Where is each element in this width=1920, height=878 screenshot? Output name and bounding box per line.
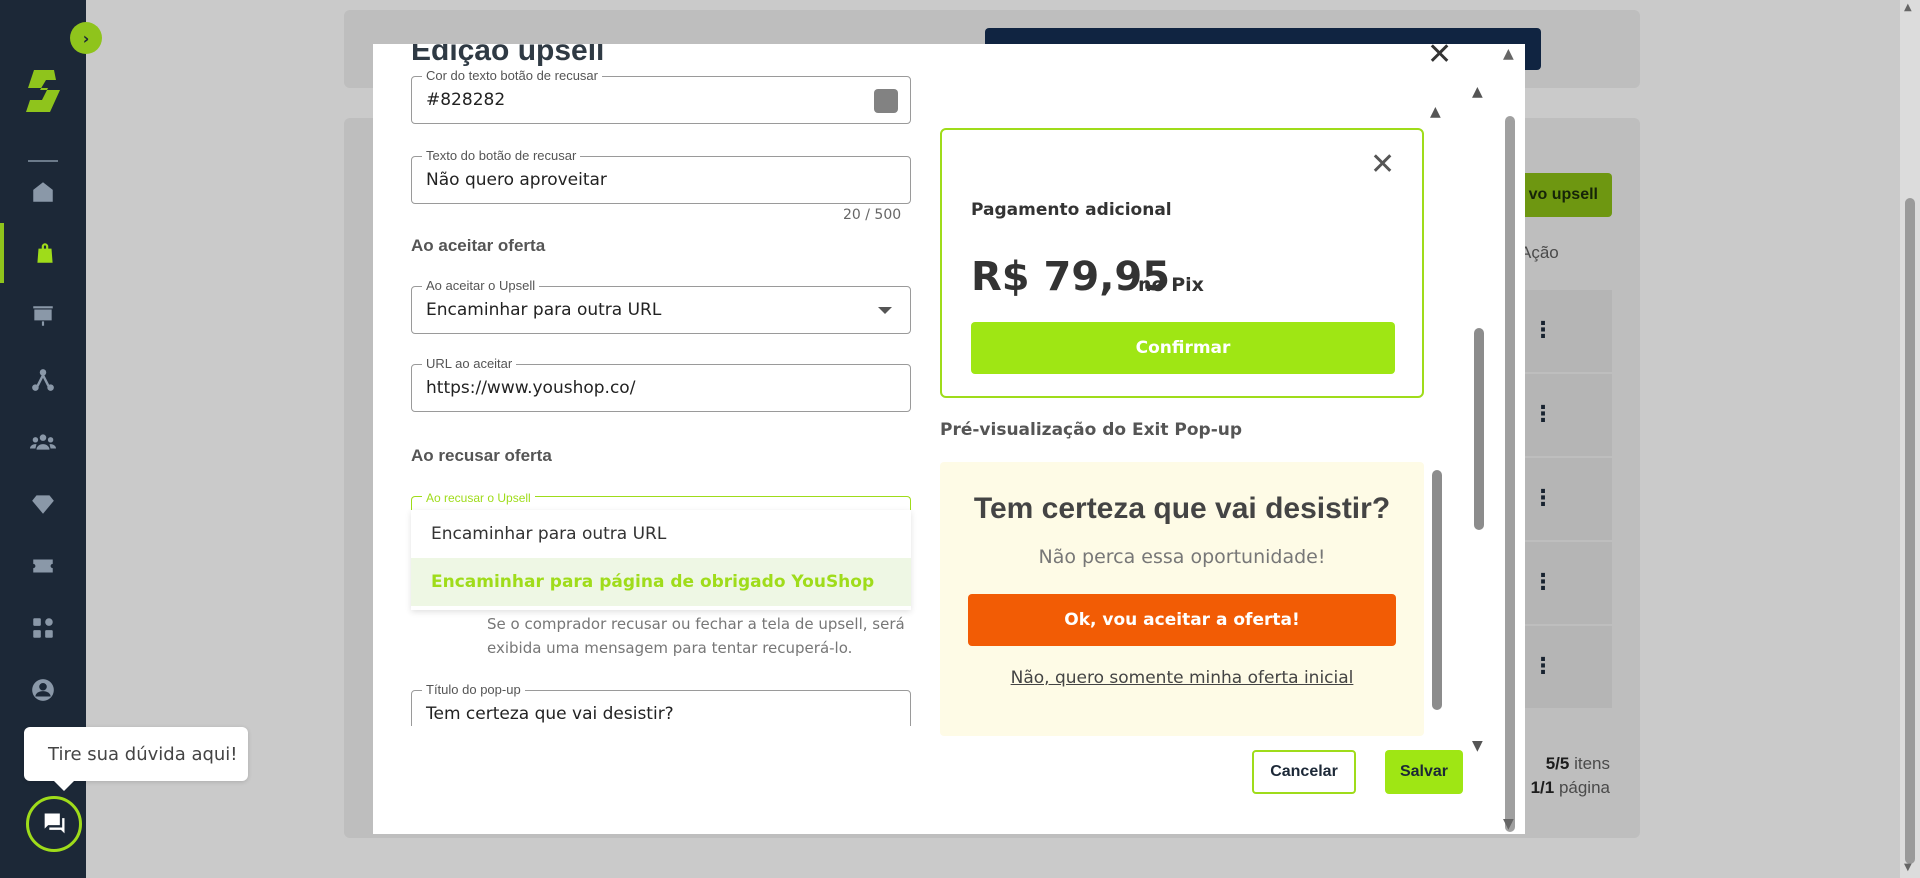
on-accept-label: Ao aceitar o Upsell (422, 278, 540, 293)
decline-text-field[interactable]: Texto do botão de recusar Não quero apro… (411, 148, 911, 204)
diamond-icon (32, 495, 54, 514)
sidebar-item-presentation[interactable] (0, 286, 86, 346)
scroll-down-arrow-icon[interactable]: ▼ (1904, 862, 1912, 873)
confirm-button[interactable]: Confirmar (971, 322, 1395, 374)
edit-upsell-modal: Edição upsell ✕ Cor do texto botão de re… (373, 44, 1525, 834)
modal-scrollbar[interactable]: ▲ ▼ (1499, 44, 1521, 834)
sidebar-item-home[interactable] (0, 162, 86, 222)
sidebar-item-apps[interactable] (0, 598, 86, 658)
popup-title-value[interactable]: Tem certeza que vai desistir? (426, 704, 674, 724)
ticket-icon (33, 559, 53, 573)
exit-preview-title: Pré-visualização do Exit Pop-up (940, 420, 1243, 440)
on-accept-value[interactable]: Encaminhar para outra URL (426, 300, 661, 320)
account-icon (32, 679, 54, 701)
decline-color-field[interactable]: Cor do texto botão de recusar #828282 (411, 68, 911, 124)
scroll-down-arrow-icon[interactable]: ▼ (1503, 816, 1514, 832)
cancel-button[interactable]: Cancelar (1252, 750, 1356, 794)
chat-icon (44, 813, 65, 834)
on-decline-dropdown: Encaminhar para outra URL Encaminhar par… (411, 510, 911, 610)
scroll-up-arrow-icon[interactable]: ▲ (1904, 2, 1912, 13)
on-accept-select[interactable]: Ao aceitar o Upsell Encaminhar para outr… (411, 278, 911, 334)
shopping-bag-icon (37, 243, 53, 263)
home-icon (33, 182, 53, 202)
page-scrollbar-thumb[interactable] (1905, 198, 1915, 864)
close-icon[interactable]: ✕ (1427, 44, 1452, 70)
users-icon (30, 434, 56, 450)
app-logo (24, 66, 62, 116)
help-tooltip: Tire sua dúvida aqui! (24, 727, 248, 791)
character-counter: 20 / 500 (843, 207, 902, 223)
sidebar-item-diamond[interactable] (0, 474, 86, 534)
content-scrollbar[interactable]: ▲ ▼ (1471, 84, 1487, 756)
modal-title: Edição upsell (411, 44, 605, 67)
apps-grid-icon (33, 618, 53, 638)
scroll-up-arrow-icon[interactable]: ▲ (1503, 46, 1514, 62)
form-scroll-mask (373, 726, 933, 746)
popup-title-label: Título do pop-up (422, 682, 525, 697)
sidebar-item-upsell[interactable] (0, 223, 86, 283)
upsell-preview-method: no Pix (1138, 274, 1204, 296)
accept-url-value[interactable]: https://www.youshop.co/ (426, 378, 635, 398)
decline-color-label: Cor do texto botão de recusar (422, 68, 602, 83)
close-icon[interactable]: ✕ (1370, 150, 1395, 180)
exit-accept-button[interactable]: Ok, vou aceitar a oferta! (968, 594, 1396, 646)
modal-scrollbar-thumb[interactable] (1505, 116, 1515, 832)
save-button[interactable]: Salvar (1385, 750, 1463, 794)
exit-popup-subheading: Não perca essa oportunidade! (1038, 546, 1326, 568)
accept-url-field[interactable]: URL ao aceitar https://www.youshop.co/ (411, 356, 911, 412)
presentation-chart-icon (33, 306, 53, 326)
dropdown-option-selected[interactable]: Encaminhar para página de obrigado YouSh… (411, 558, 911, 606)
upsell-preview-title: Pagamento adicional (971, 200, 1172, 220)
exit-popup-helper-text: Se o comprador recusar ou fechar a tela … (487, 615, 905, 657)
upsell-preview-card: ✕ Pagamento adicional R$ 79,95 no Pix Co… (940, 128, 1424, 398)
sidebar-item-account[interactable] (0, 660, 86, 720)
decline-section-title: Ao recusar oferta (411, 446, 552, 465)
help-chat-button[interactable] (26, 796, 82, 852)
scroll-down-arrow-icon[interactable]: ▼ (1472, 738, 1483, 754)
exit-decline-link[interactable]: Não, quero somente minha oferta inicial (940, 668, 1424, 688)
sidebar-item-network[interactable] (0, 350, 86, 410)
scroll-up-arrow-icon[interactable]: ▲ (1472, 84, 1483, 100)
exit-popup-heading: Tem certeza que vai desistir? (973, 492, 1391, 525)
dropdown-option[interactable]: Encaminhar para outra URL (411, 510, 911, 558)
sidebar-expand-button[interactable]: › (70, 22, 102, 54)
page-scrollbar[interactable]: ▲ ▼ (1900, 0, 1920, 878)
accept-url-label: URL ao aceitar (422, 356, 517, 371)
caret-down-icon[interactable] (878, 307, 892, 314)
decline-text-value[interactable]: Não quero aproveitar (426, 170, 607, 190)
color-swatch[interactable] (874, 89, 898, 113)
on-decline-label: Ao recusar o Upsell (422, 491, 535, 505)
accept-section-title: Ao aceitar oferta (411, 236, 546, 255)
decline-text-label: Texto do botão de recusar (422, 148, 581, 163)
preview-scrollbar-thumb[interactable] (1432, 470, 1442, 710)
scroll-up-arrow-icon[interactable]: ▲ (1430, 104, 1441, 120)
content-scrollbar-thumb[interactable] (1474, 328, 1484, 530)
chevron-right-icon: › (82, 28, 90, 48)
preview-scrollbar[interactable]: ▲ ▼ (1430, 104, 1444, 796)
sidebar-item-users[interactable] (0, 412, 86, 472)
sidebar-item-ticket[interactable] (0, 536, 86, 596)
network-icon (32, 369, 54, 391)
decline-color-value[interactable]: #828282 (426, 90, 505, 110)
exit-popup-preview: Tem certeza que vai desistir? Não perca … (940, 462, 1424, 736)
